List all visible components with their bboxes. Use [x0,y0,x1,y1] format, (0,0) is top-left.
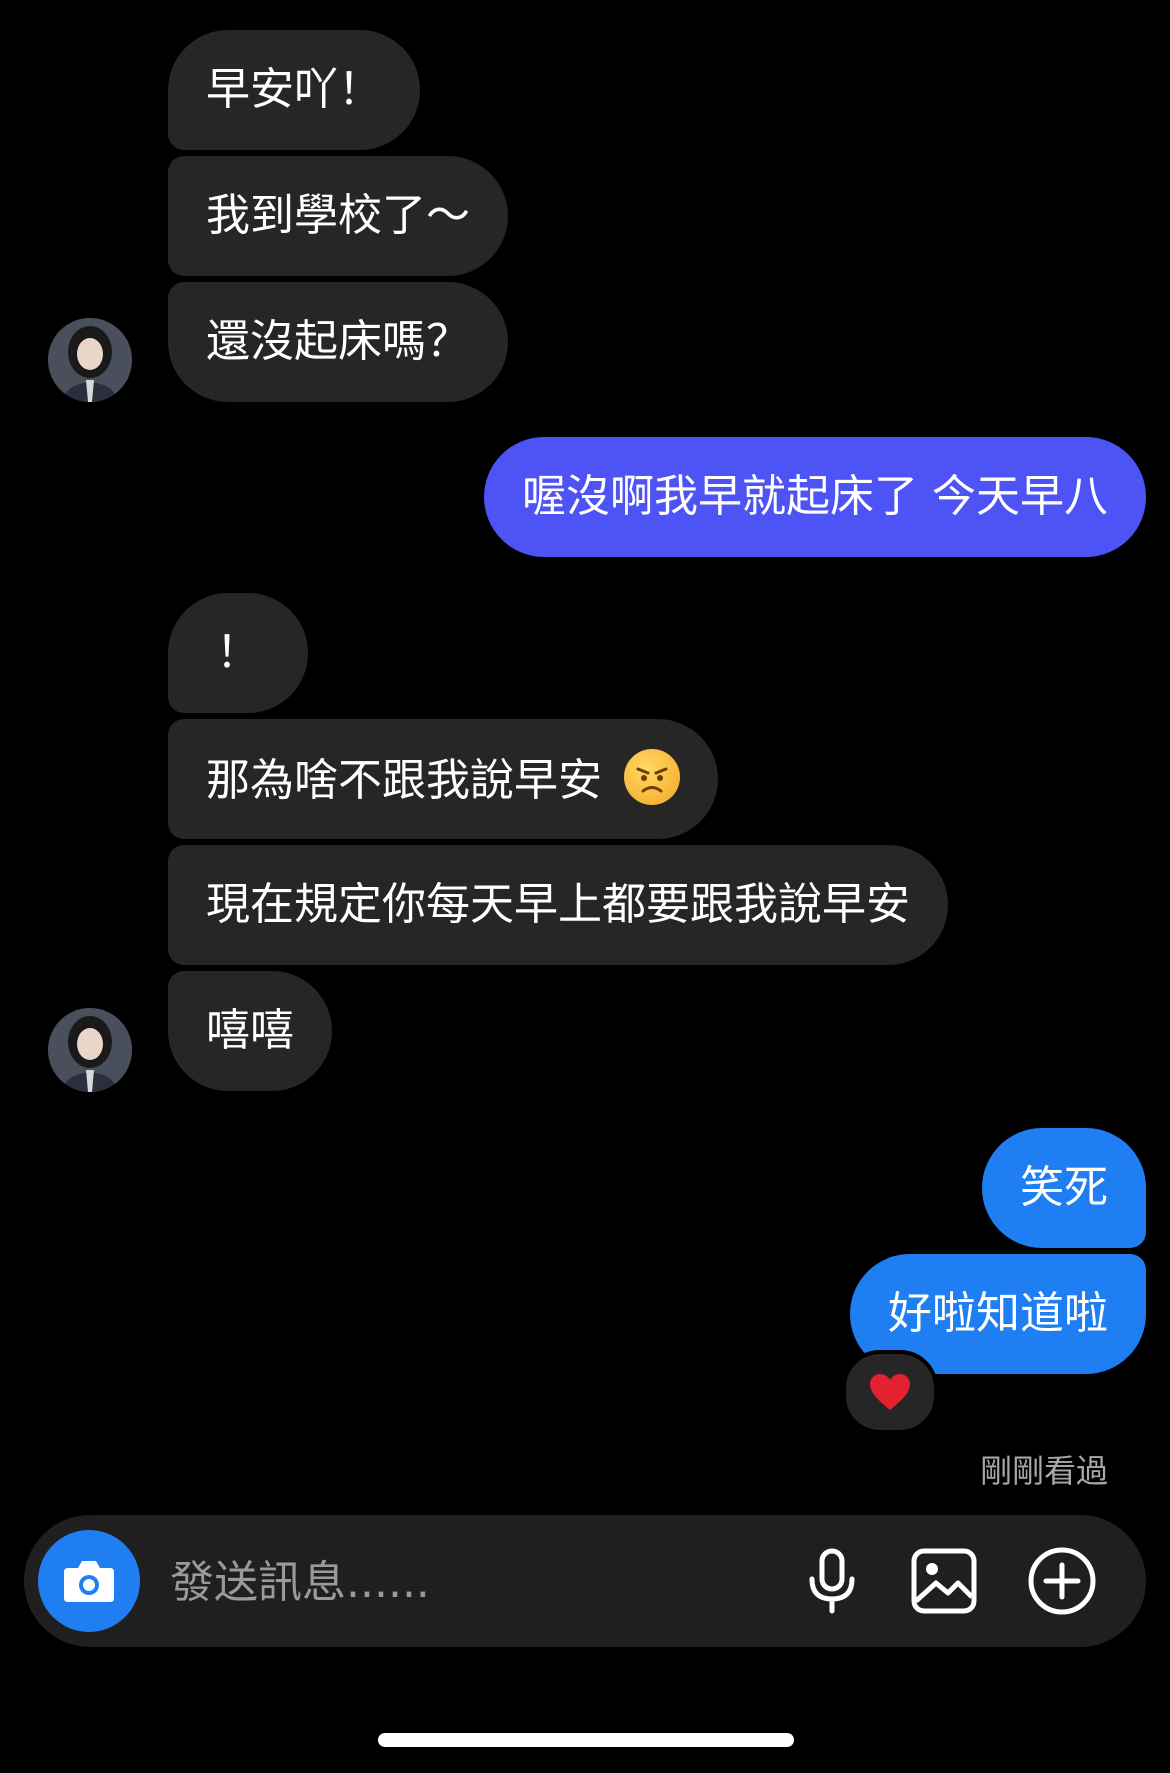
message-bubble-incoming[interactable]: ！ [168,593,308,713]
message-bubble-outgoing[interactable]: 笑死 [982,1128,1146,1248]
message-bubble-outgoing[interactable]: 喔沒啊我早就起床了 今天早八 [484,437,1146,557]
more-options-button[interactable] [1026,1545,1098,1617]
gallery-button[interactable] [908,1545,980,1617]
image-icon [911,1548,977,1614]
message-text: 好啦知道啦 [888,1288,1108,1339]
message-input[interactable] [168,1553,672,1611]
contact-avatar[interactable] [48,1008,132,1092]
angry-face-emoji [624,749,680,805]
voice-message-button[interactable] [796,1545,868,1617]
camera-icon [64,1561,114,1602]
message-bubble-incoming[interactable]: 我到學校了～ [168,156,508,276]
message-text: 那為啥不跟我說早安 [206,755,602,806]
message-bubble-incoming[interactable]: 那為啥不跟我說早安 [168,719,718,839]
message-text: 笑死 [1020,1162,1108,1213]
message-text: 喔沒啊我早就起床了 今天早八 [522,471,1108,522]
message-text: 現在規定你每天早上都要跟我說早安 [206,879,910,930]
home-indicator[interactable] [378,1733,794,1747]
avatar-photo [48,318,132,402]
seen-status: 剛剛看過 [979,1452,1108,1490]
contact-avatar[interactable] [48,318,132,402]
add-circle-icon [1028,1547,1096,1615]
message-text: ！ [216,627,260,678]
avatar-photo [48,1008,132,1092]
camera-button[interactable] [38,1530,140,1632]
heart-icon [870,1374,910,1410]
message-text: 早安吖！ [206,64,382,115]
message-bubble-incoming[interactable]: 現在規定你每天早上都要跟我說早安 [168,845,948,965]
message-bubble-incoming[interactable]: 還沒起床嗎？ [168,282,508,402]
message-composer [24,1515,1146,1647]
message-reaction[interactable] [842,1350,938,1434]
message-text: 我到學校了～ [206,190,470,241]
message-bubble-incoming[interactable]: 早安吖！ [168,30,420,150]
message-text: 還沒起床嗎？ [206,316,470,367]
message-bubble-incoming[interactable]: 嘻嘻 [168,971,332,1091]
message-text: 嘻嘻 [206,1005,294,1056]
microphone-icon [809,1548,855,1614]
